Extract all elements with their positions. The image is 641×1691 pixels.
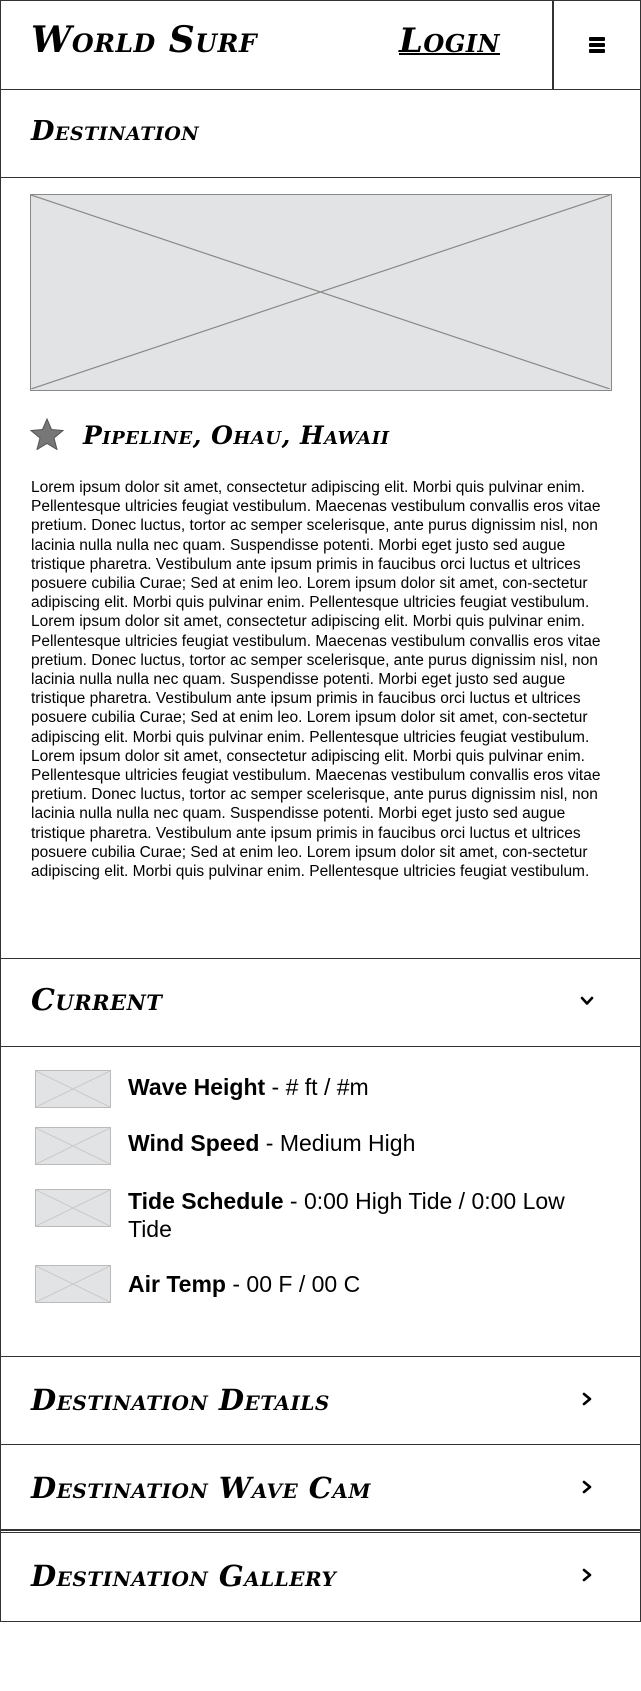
destination-details-toggle[interactable]: Destination Details <box>0 1356 641 1444</box>
hamburger-menu-icon <box>588 37 605 53</box>
description-paragraph: Lorem ipsum dolor sit amet, consectetur … <box>31 747 601 881</box>
destination-header: Destination <box>0 89 641 177</box>
air-temp-row: Air Temp - 00 F / 00 C <box>128 1270 608 1298</box>
brand-logo[interactable]: World Surf <box>31 19 257 61</box>
current-conditions: Wave Height - # ft / #m Wind Speed - Med… <box>0 1046 641 1356</box>
destination-gallery-title: Destination Gallery <box>31 1559 337 1593</box>
destination-wave-cam-toggle[interactable]: Destination Wave Cam <box>0 1444 641 1532</box>
wave-height-thumbnail <box>35 1070 111 1108</box>
chevron-right-icon <box>582 1392 592 1406</box>
wind-speed-row: Wind Speed - Medium High <box>128 1129 608 1157</box>
description-text: Lorem ipsum dolor sit amet, consectetur … <box>31 478 615 881</box>
chevron-right-icon <box>582 1480 592 1494</box>
tide-schedule-row: Tide Schedule - 0:00 High Tide / 0:00 Lo… <box>128 1187 608 1243</box>
destination-wave-cam-title: Destination Wave Cam <box>31 1471 372 1505</box>
top-header: World Surf Login <box>0 0 641 89</box>
air-temp-thumbnail <box>35 1265 111 1303</box>
destination-content: Pipeline, Ohau, Hawaii Lorem ipsum dolor… <box>0 177 641 958</box>
chevron-down-icon <box>580 996 594 1005</box>
menu-button[interactable] <box>553 1 640 89</box>
wave-height-row: Wave Height - # ft / #m <box>128 1073 608 1101</box>
destination-details-title: Destination Details <box>31 1383 330 1417</box>
hero-image-placeholder <box>30 194 612 391</box>
description-paragraph: Lorem ipsum dolor sit amet, consectetur … <box>31 479 601 612</box>
wind-speed-thumbnail <box>35 1127 111 1165</box>
condition-label: Air Temp <box>128 1271 226 1297</box>
spot-name: Pipeline, Ohau, Hawaii <box>83 421 390 450</box>
chevron-right-icon <box>582 1568 592 1582</box>
condition-value: - 00 F / 00 C <box>225 1271 361 1297</box>
star-icon[interactable] <box>30 418 64 450</box>
condition-value: - Medium High <box>259 1130 416 1156</box>
condition-label: Wind Speed <box>128 1130 260 1156</box>
section-divider <box>0 1529 641 1531</box>
condition-label: Tide Schedule <box>128 1188 284 1214</box>
destination-title: Destination <box>31 116 200 147</box>
login-link[interactable]: Login <box>399 21 500 61</box>
condition-label: Wave Height <box>128 1074 266 1100</box>
description-paragraph: Lorem ipsum dolor sit amet, consectetur … <box>31 613 601 746</box>
tide-schedule-thumbnail <box>35 1189 111 1227</box>
current-section-toggle[interactable]: Current <box>0 958 641 1046</box>
condition-value: - # ft / #m <box>265 1074 369 1100</box>
destination-gallery-toggle[interactable]: Destination Gallery <box>0 1532 641 1622</box>
placeholder-image-icon <box>31 195 610 389</box>
current-title: Current <box>31 983 163 1018</box>
